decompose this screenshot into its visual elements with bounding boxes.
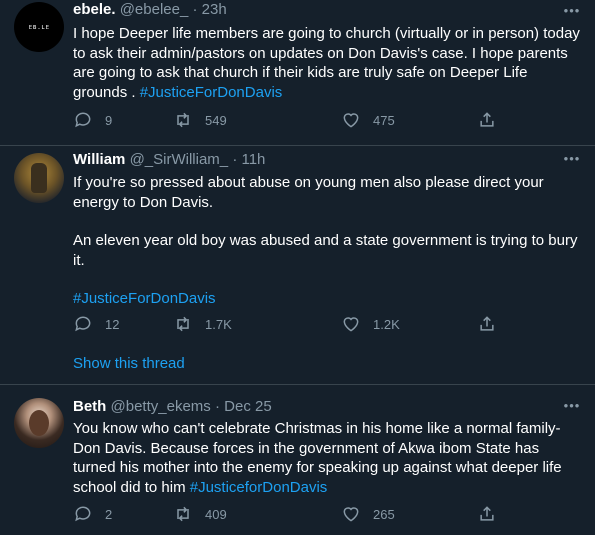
avatar[interactable] — [14, 153, 64, 203]
avatar[interactable] — [14, 398, 64, 448]
share-button[interactable] — [477, 110, 509, 130]
hashtag-link[interactable]: #JusticeForDonDavis — [140, 84, 283, 101]
reply-icon — [75, 112, 91, 128]
like-button[interactable]: 265 — [341, 504, 395, 524]
tweet-paragraph-1: If you're so pressed about abuse on youn… — [73, 174, 544, 211]
like-button[interactable]: 1.2K — [341, 314, 400, 334]
author-name[interactable]: William — [73, 151, 125, 168]
show-thread-link[interactable]: Show this thread — [73, 354, 185, 374]
more-icon[interactable]: ••• — [563, 2, 581, 20]
retweet-count: 1.7K — [205, 316, 232, 332]
retweet-button[interactable]: 549 — [173, 110, 227, 130]
like-count: 265 — [373, 506, 395, 522]
retweet-count: 549 — [205, 112, 227, 128]
tweet-beth[interactable]: Beth @betty_ekems · Dec 25 ••• You know … — [0, 385, 595, 535]
share-icon — [480, 112, 494, 127]
like-count: 475 — [373, 112, 395, 128]
more-icon[interactable]: ••• — [563, 397, 581, 415]
timestamp[interactable]: 11h — [241, 151, 265, 168]
retweet-icon — [177, 506, 189, 522]
share-icon — [480, 506, 494, 521]
author-handle[interactable]: @betty_ekems — [111, 398, 211, 415]
avatar-text: ᴇʙ.ʟᴇ — [28, 22, 50, 31]
hashtag-link[interactable]: #JusticeforDonDavis — [190, 479, 328, 496]
reply-count: 2 — [105, 506, 113, 522]
tweet-william[interactable]: William @_SirWilliam_ · 11h ••• If you'r… — [0, 145, 595, 385]
retweet-icon — [177, 316, 189, 332]
reply-button[interactable]: 12 — [73, 314, 119, 334]
avatar-face — [29, 410, 49, 436]
reply-icon — [75, 316, 91, 332]
like-count: 1.2K — [373, 316, 400, 332]
avatar-face — [31, 163, 47, 193]
separator: · — [192, 1, 198, 18]
share-icon — [480, 316, 494, 331]
share-button[interactable] — [477, 504, 509, 524]
heart-icon — [343, 317, 359, 332]
author-name[interactable]: ebele. — [73, 1, 116, 18]
more-icon[interactable]: ••• — [563, 150, 581, 168]
separator: · — [232, 151, 238, 168]
reply-button[interactable]: 2 — [73, 504, 112, 524]
like-button[interactable]: 475 — [341, 110, 395, 130]
reply-count: 9 — [105, 112, 113, 128]
heart-icon — [343, 113, 359, 128]
tweet-ebele[interactable]: ᴇʙ.ʟᴇ ebele. @ebelee_ · 23h ••• I hope D… — [0, 0, 595, 146]
avatar[interactable]: ᴇʙ.ʟᴇ — [14, 2, 64, 52]
retweet-icon — [177, 112, 189, 128]
author-name[interactable]: Beth — [73, 398, 106, 415]
reply-count: 12 — [105, 316, 120, 332]
timestamp[interactable]: 23h — [202, 1, 227, 18]
reply-button[interactable]: 9 — [73, 110, 112, 130]
tweet-paragraph-2: An eleven year old boy was abused and a … — [73, 232, 578, 269]
author-handle[interactable]: @_SirWilliam_ — [130, 151, 229, 168]
retweet-button[interactable]: 409 — [173, 504, 227, 524]
share-button[interactable] — [477, 314, 509, 334]
reply-icon — [75, 506, 91, 522]
author-handle[interactable]: @ebelee_ — [120, 1, 189, 18]
retweet-button[interactable]: 1.7K — [173, 314, 232, 334]
timestamp[interactable]: Dec 25 — [224, 398, 272, 415]
hashtag-link[interactable]: #JusticeForDonDavis — [73, 289, 583, 309]
heart-icon — [343, 507, 359, 522]
separator: · — [214, 398, 220, 415]
retweet-count: 409 — [205, 506, 227, 522]
